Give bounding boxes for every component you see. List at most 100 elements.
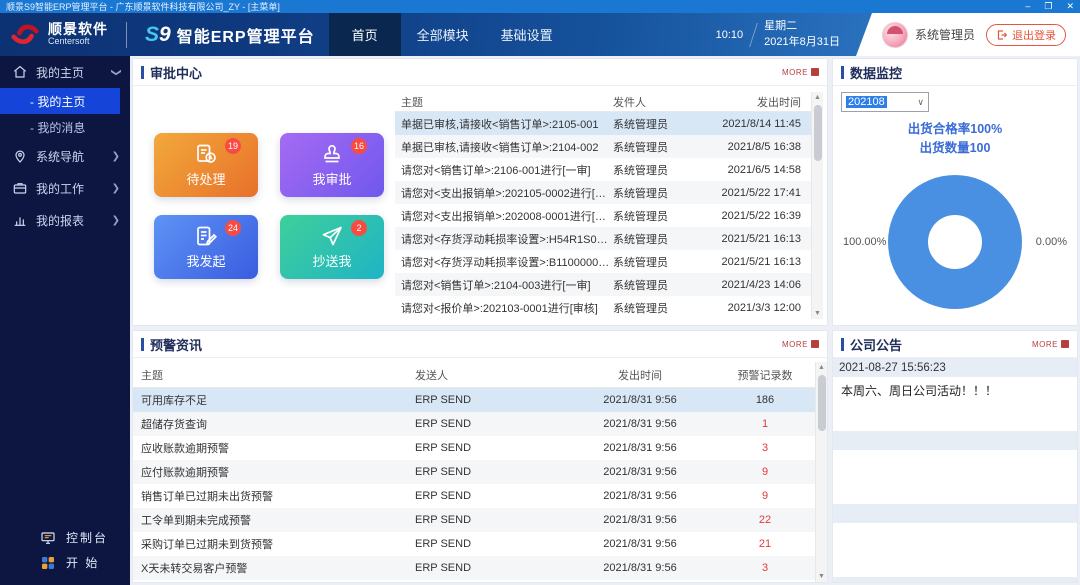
approval-tiles: 待处理19 我审批16 我发起24 抄送我2 <box>143 92 395 319</box>
table-row[interactable]: 超储存货查询ERP SEND2021/8/31 9:561 <box>133 412 815 436</box>
chevron-right-icon: ❯ <box>112 183 120 194</box>
chart-legend: 合格数量 100 (100.00%)退货数量 0 (0.00%) <box>841 320 1069 326</box>
table-row[interactable]: 请您对<销售订单>:2104-003进行[一审]系统管理员2021/4/23 1… <box>395 273 811 296</box>
announcement-text[interactable]: 本周六、周日公司活动！！！ <box>833 377 1077 431</box>
table-row[interactable]: 请您对<支出报销单>:202008-0001进行[审核]系统管理员2021/5/… <box>395 204 811 227</box>
table-row[interactable]: X天未转交易客户预警ERP SEND2021/8/31 9:563 <box>133 556 815 580</box>
chevron-down-icon: ❯ <box>110 68 121 76</box>
brand-name: 顺景软件 <box>48 22 108 37</box>
table-row[interactable]: 请您对<销售订单>:2106-001进行[一审]系统管理员2021/6/5 14… <box>395 158 811 181</box>
cell-alert-count: 21 <box>715 538 815 550</box>
nav-tab-全部模块[interactable]: 全部模块 <box>401 13 485 56</box>
stamp-icon <box>320 142 344 166</box>
brand-divider <box>126 22 127 48</box>
cell-time: 2021/8/5 16:38 <box>703 141 811 153</box>
table-row[interactable]: 可用库存不足ERP SEND2021/8/31 9:56186 <box>133 388 815 412</box>
period-select[interactable]: 202108 ∨ <box>841 92 929 112</box>
logout-icon <box>996 29 1008 41</box>
sidebar-footer-label: 开 始 <box>66 554 99 571</box>
scroll-up-icon[interactable]: ▲ <box>814 92 821 103</box>
table-row[interactable]: 销售订单已过期未出货预警ERP SEND2021/8/31 9:569 <box>133 484 815 508</box>
table-row[interactable]: 单据已审核,请接收<销售订单>:2105-001系统管理员2021/8/14 1… <box>395 112 811 135</box>
alerts-scrollbar[interactable]: ▲ ▼ <box>815 362 827 582</box>
table-row[interactable]: 请您对<存货浮动耗损率设置>:H54R1S006002进行[审核]系统管理员20… <box>395 227 811 250</box>
announcement-text[interactable] <box>833 450 1077 504</box>
scroll-thumb[interactable] <box>814 105 822 161</box>
announcement-text[interactable] <box>833 523 1077 577</box>
nav-tab-首页[interactable]: 首页 <box>329 13 401 56</box>
brand-subtitle: Centersoft <box>48 37 108 46</box>
window-title: 顺景S9智能ERP管理平台 - 广东顺景软件科技有限公司_ZY - [主菜单] <box>6 0 280 13</box>
cell-subject: 请您对<销售订单>:2104-003进行[一审] <box>395 277 613 293</box>
product-name: 智能ERP管理平台 <box>177 23 315 47</box>
clock-divider <box>749 23 758 47</box>
approval-center-title: 审批中心 <box>150 63 202 82</box>
cell-subject: 请您对<销售订单>:2106-001进行[一审] <box>395 162 613 178</box>
cell-sender: ERP SEND <box>415 562 565 574</box>
sidebar-footer-控制台[interactable]: 控制台 <box>40 529 130 546</box>
count-badge: 19 <box>225 138 241 154</box>
close-icon[interactable]: ✕ <box>1066 0 1074 13</box>
tile-我发起[interactable]: 我发起24 <box>154 215 258 279</box>
table-row[interactable]: 请您对<支出报销单>:202105-0002进行[审核]系统管理员2021/5/… <box>395 181 811 204</box>
company-logo-icon <box>10 20 40 50</box>
cell-time: 2021/8/31 9:56 <box>565 562 715 574</box>
tile-label: 我发起 <box>186 251 225 270</box>
table-row[interactable]: 请您对<报价单>:202103-0001进行[审核]系统管理员2021/3/3 … <box>395 296 811 319</box>
cell-time: 2021/8/31 9:56 <box>565 418 715 430</box>
table-row[interactable]: 应付账款逾期预警ERP SEND2021/8/31 9:569 <box>133 460 815 484</box>
sidebar-item-系统导航[interactable]: 系统导航❯ <box>0 140 130 172</box>
data-monitor-title: 数据监控 <box>850 63 902 82</box>
tile-我审批[interactable]: 我审批16 <box>280 133 384 197</box>
cell-sender: ERP SEND <box>415 466 565 478</box>
cell-time: 2021/8/14 11:45 <box>703 118 811 130</box>
table-row[interactable]: 单据已审核,请接收<销售订单>:2104-002系统管理员2021/8/5 16… <box>395 135 811 158</box>
column-header: 发出时间 <box>703 94 811 110</box>
cell-alert-count: 186 <box>715 394 815 406</box>
sidebar-footer-开始[interactable]: 开 始 <box>40 554 130 571</box>
sidebar-item-label: 系统导航 <box>36 148 84 165</box>
cell-subject: 请您对<支出报销单>:202008-0001进行[审核] <box>395 208 613 224</box>
user-avatar[interactable] <box>882 22 908 48</box>
alerts-more-button[interactable]: MORE <box>782 340 819 349</box>
maximize-icon[interactable]: ❐ <box>1044 0 1052 13</box>
scroll-down-icon[interactable]: ▼ <box>814 308 821 319</box>
scroll-down-icon[interactable]: ▼ <box>818 571 825 582</box>
sidebar-subitem-我的消息[interactable]: - 我的消息 <box>0 114 120 140</box>
cell-time: 2021/5/21 16:13 <box>703 233 811 245</box>
announcements-more-button[interactable]: MORE <box>1032 340 1069 349</box>
sidebar-item-我的报表[interactable]: 我的报表❯ <box>0 204 130 236</box>
cell-sender: ERP SEND <box>415 490 565 502</box>
cell-sender: 系统管理员 <box>613 116 703 132</box>
scroll-up-icon[interactable]: ▲ <box>818 362 825 373</box>
cell-time: 2021/8/31 9:56 <box>565 490 715 502</box>
minimize-icon[interactable]: – <box>1025 0 1030 13</box>
briefcase-icon <box>12 180 28 196</box>
announcements-panel: 公司公告 MORE 2021-08-27 15:56:23本周六、周日公司活动！… <box>832 330 1078 583</box>
table-row[interactable]: 应收账款逾期预警ERP SEND2021/8/31 9:563 <box>133 436 815 460</box>
sidebar-item-我的主页[interactable]: 我的主页❯ <box>0 56 130 88</box>
table-row[interactable]: 采购订单已过期未到货预警ERP SEND2021/8/31 9:5621 <box>133 532 815 556</box>
alerts-table: 主题发送人发出时间预警记录数 可用库存不足ERP SEND2021/8/31 9… <box>133 362 827 582</box>
user-area: 系统管理员 退出登录 <box>856 13 1080 56</box>
approval-scrollbar[interactable]: ▲ ▼ <box>811 92 823 319</box>
cell-subject: 采购订单已过期未到货预警 <box>133 536 415 552</box>
tile-待处理[interactable]: 待处理19 <box>154 133 258 197</box>
sidebar-item-我的工作[interactable]: 我的工作❯ <box>0 172 130 204</box>
cell-subject: 销售订单已过期未出货预警 <box>133 488 415 504</box>
logout-button[interactable]: 退出登录 <box>986 24 1066 46</box>
table-row[interactable]: 请您对<存货浮动耗损率设置>:B11000001进行[审核]系统管理员2021/… <box>395 250 811 273</box>
cell-time: 2021/8/31 9:56 <box>565 538 715 550</box>
sidebar-subitem-我的主页[interactable]: - 我的主页 <box>0 88 120 114</box>
sidebar-footer-label: 控制台 <box>66 529 108 546</box>
tile-抄送我[interactable]: 抄送我2 <box>280 215 384 279</box>
table-row[interactable]: 工令单到期未完成预警ERP SEND2021/8/31 9:5622 <box>133 508 815 532</box>
pin-icon <box>12 148 28 164</box>
announcements-title: 公司公告 <box>850 335 902 354</box>
approval-more-button[interactable]: MORE <box>782 68 819 77</box>
count-badge: 24 <box>225 220 241 236</box>
cell-time: 2021/3/3 12:00 <box>703 302 811 314</box>
cell-subject: 超储存货查询 <box>133 416 415 432</box>
nav-tab-基础设置[interactable]: 基础设置 <box>485 13 569 56</box>
scroll-thumb[interactable] <box>818 375 826 431</box>
